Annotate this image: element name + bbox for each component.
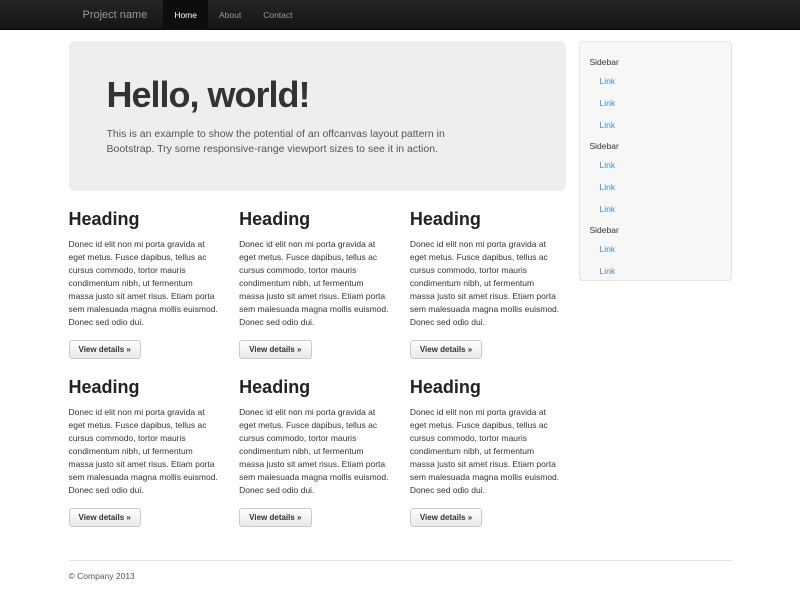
card-heading: Heading (410, 377, 566, 398)
view-details-button[interactable]: View details » (239, 340, 311, 359)
sidebar-link[interactable]: Link (580, 238, 731, 260)
card-heading: Heading (239, 209, 395, 230)
sidebar-group-header: Sidebar (580, 220, 731, 238)
card-body: Donec id elit non mi porta gravida at eg… (69, 406, 220, 497)
view-details-button[interactable]: View details » (410, 508, 482, 527)
card-heading: Heading (69, 209, 225, 230)
view-details-button[interactable]: View details » (69, 340, 141, 359)
sidebar-group-1: Sidebar Link Link Link (580, 52, 731, 136)
card-body: Donec id elit non mi porta gravida at eg… (410, 238, 561, 329)
jumbotron-title: Hello, world! (107, 75, 528, 115)
nav-item-home[interactable]: Home (163, 0, 208, 30)
card-heading: Heading (69, 377, 225, 398)
sidebar-group-2: Sidebar Link Link Link (580, 136, 731, 220)
content-card: Heading Donec id elit non mi porta gravi… (69, 377, 225, 527)
sidebar-link[interactable]: Link (580, 198, 731, 220)
jumbotron-description: This is an example to show the potential… (107, 127, 485, 157)
jumbotron: Hello, world! This is an example to show… (69, 41, 566, 191)
sidebar-link[interactable]: Link (580, 176, 731, 198)
card-heading: Heading (239, 377, 395, 398)
content-card: Heading Donec id elit non mi porta gravi… (69, 209, 225, 359)
main-content: Hello, world! This is an example to show… (69, 41, 732, 545)
footer: © Company 2013 (69, 560, 732, 581)
sidebar-group-header: Sidebar (580, 52, 731, 70)
card-body: Donec id elit non mi porta gravida at eg… (239, 238, 390, 329)
sidebar: Sidebar Link Link Link Sidebar Link Link… (579, 41, 732, 281)
content-card: Heading Donec id elit non mi porta gravi… (239, 377, 395, 527)
navbar-menu: Home About Contact (163, 0, 303, 30)
cards-row-1: Heading Donec id elit non mi porta gravi… (69, 209, 566, 359)
cards-row-2: Heading Donec id elit non mi porta gravi… (69, 377, 566, 527)
nav-item-contact[interactable]: Contact (252, 0, 303, 30)
sidebar-link[interactable]: Link (580, 70, 731, 92)
navbar-brand[interactable]: Project name (69, 0, 162, 30)
sidebar-link[interactable]: Link (580, 154, 731, 176)
sidebar-link[interactable]: Link (580, 114, 731, 136)
sidebar-group-3: Sidebar Link Link (580, 220, 731, 281)
card-body: Donec id elit non mi porta gravida at eg… (410, 406, 561, 497)
card-body: Donec id elit non mi porta gravida at eg… (69, 238, 220, 329)
content-card: Heading Donec id elit non mi porta gravi… (410, 209, 566, 359)
card-body: Donec id elit non mi porta gravida at eg… (239, 406, 390, 497)
card-heading: Heading (410, 209, 566, 230)
sidebar-link[interactable]: Link (580, 260, 731, 281)
sidebar-group-header: Sidebar (580, 136, 731, 154)
content-card: Heading Donec id elit non mi porta gravi… (410, 377, 566, 527)
view-details-button[interactable]: View details » (410, 340, 482, 359)
navbar: Project name Home About Contact (0, 0, 800, 30)
footer-divider (69, 560, 732, 561)
copyright-text: © Company 2013 (69, 571, 732, 581)
sidebar-link[interactable]: Link (580, 92, 731, 114)
nav-item-about[interactable]: About (208, 0, 252, 30)
view-details-button[interactable]: View details » (239, 508, 311, 527)
content-card: Heading Donec id elit non mi porta gravi… (239, 209, 395, 359)
content-column: Hello, world! This is an example to show… (69, 41, 566, 545)
view-details-button[interactable]: View details » (69, 508, 141, 527)
